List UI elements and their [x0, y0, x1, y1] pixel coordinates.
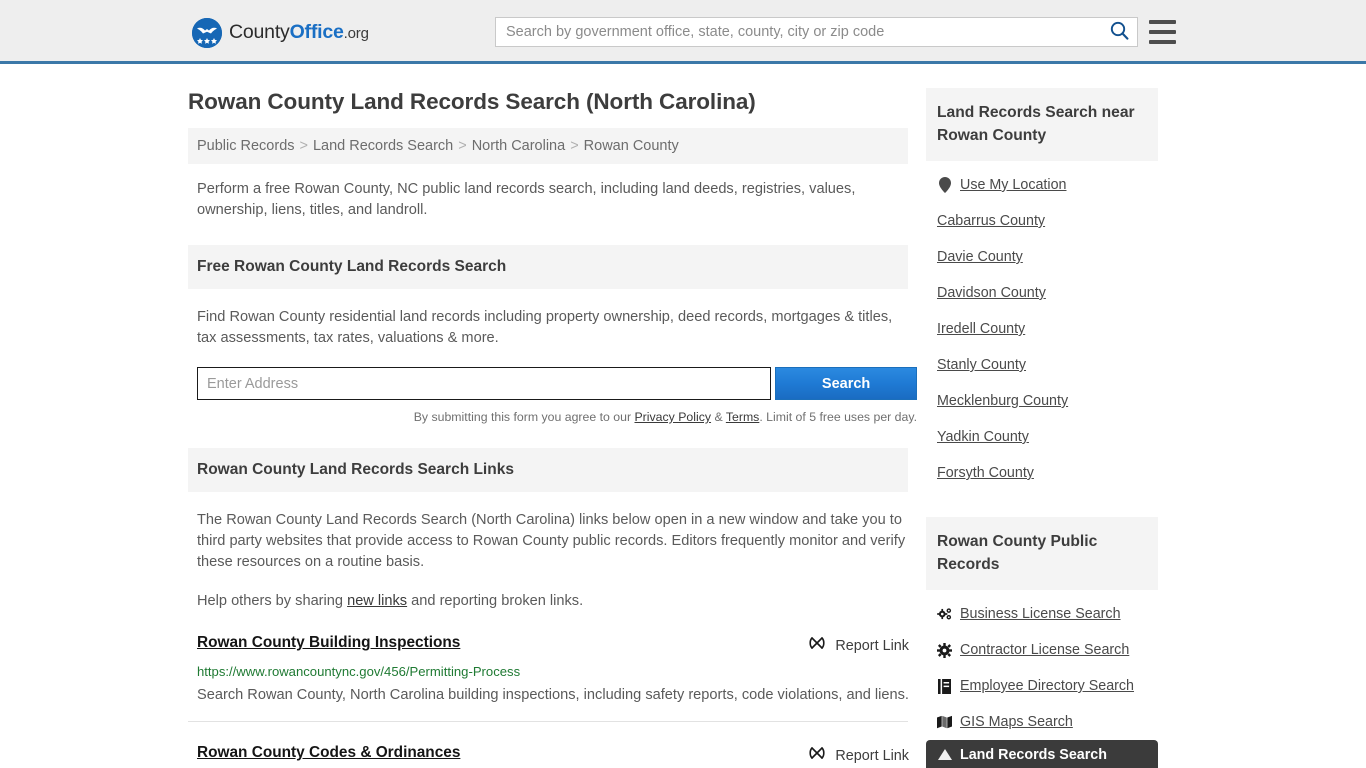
free-search-description: Find Rowan County residential land recor… — [197, 309, 893, 346]
sidebar-item-contractor-license-search[interactable]: Contractor License Search — [937, 632, 1158, 668]
result-title-link[interactable]: Rowan County Building Inspections — [197, 634, 460, 652]
sidebar-item-label: Land Records Search — [960, 747, 1107, 763]
report-link-label: Report Link — [835, 637, 909, 654]
link-result-item: Rowan County Building Inspections Report… — [197, 634, 909, 707]
disclaimer-suffix: . Limit of 5 free uses per day. — [759, 410, 917, 424]
result-description: Search Rowan County, North Carolina buil… — [197, 687, 909, 703]
map-pin-icon — [937, 177, 952, 193]
page-body: Rowan County Land Records Search (North … — [0, 64, 1366, 768]
sidebar-near-heading: Land Records Search near Rowan County — [926, 88, 1158, 161]
site-header: CountyOffice.org — [0, 0, 1366, 64]
sidebar-item-label[interactable]: Contractor License Search — [960, 642, 1129, 658]
hamburger-bar — [1149, 40, 1176, 44]
report-link-button[interactable]: Report Link — [809, 634, 909, 656]
sidebar-item-label[interactable]: GIS Maps Search — [960, 714, 1073, 730]
breadcrumb-item-land-records-search[interactable]: Land Records Search — [313, 138, 453, 154]
sidebar-item-stanly-county[interactable]: Stanly County — [937, 347, 1158, 383]
sidebar-item-label[interactable]: Cabarrus County — [937, 213, 1045, 229]
sidebar-item-label[interactable]: Business License Search — [960, 606, 1121, 622]
book-icon — [937, 678, 952, 694]
search-input[interactable] — [496, 18, 1101, 46]
new-links-link[interactable]: new links — [347, 593, 407, 609]
sidebar-item-cabarrus-county[interactable]: Cabarrus County — [937, 203, 1158, 239]
search-icon — [1110, 21, 1129, 43]
global-search-bar[interactable] — [495, 17, 1138, 47]
disclaimer-prefix: By submitting this form you agree to our — [413, 410, 635, 424]
breadcrumb-separator: > — [299, 138, 308, 154]
sidebar-item-label[interactable]: Mecklenburg County — [937, 393, 1068, 409]
sidebar-item-business-license-search[interactable]: Business License Search — [937, 596, 1158, 632]
result-url: https://www.rowancountync.gov/456/Permit… — [197, 664, 521, 679]
hamburger-menu-icon[interactable] — [1149, 20, 1176, 44]
link-result-item: Rowan County Codes & Ordinances Report L… — [197, 744, 909, 768]
privacy-policy-link[interactable]: Privacy Policy — [634, 410, 711, 424]
logo-text-office: Office — [289, 21, 344, 44]
address-search-form: Search — [197, 367, 917, 400]
address-input[interactable] — [197, 367, 772, 400]
report-link-button[interactable]: Report Link — [809, 744, 909, 766]
sidebar-item-label[interactable]: Use My Location — [960, 177, 1066, 193]
logo-wordmark: CountyOffice.org — [229, 23, 369, 43]
help-share-text: Help others by sharing new links and rep… — [197, 591, 909, 612]
broken-link-icon — [809, 635, 826, 656]
broken-link-icon — [809, 745, 826, 766]
result-title-link[interactable]: Rowan County Codes & Ordinances — [197, 744, 460, 762]
disclaimer-amp: & — [711, 410, 726, 424]
sidebar-item-iredell-county[interactable]: Iredell County — [937, 311, 1158, 347]
breadcrumb: Public Records > Land Records Search > North… — [188, 128, 908, 164]
sidebar-item-mecklenburg-county[interactable]: Mecklenburg County — [937, 383, 1158, 419]
sidebar-item-label[interactable]: Davie County — [937, 249, 1023, 265]
sidebar-records-heading: Rowan County Public Records — [926, 517, 1158, 590]
terms-link[interactable]: Terms — [726, 410, 759, 424]
sidebar-item-label[interactable]: Employee Directory Search — [960, 678, 1134, 694]
sidebar-item-label[interactable]: Stanly County — [937, 357, 1026, 373]
result-divider — [188, 721, 908, 722]
sidebar-item-davidson-county[interactable]: Davidson County — [937, 275, 1158, 311]
breadcrumb-separator: > — [458, 138, 467, 154]
hamburger-bar — [1149, 30, 1176, 34]
sidebar-records-block: Rowan County Public Records Business Lic… — [926, 517, 1158, 768]
gears-icon — [937, 607, 952, 622]
sidebar-item-davie-county[interactable]: Davie County — [937, 239, 1158, 275]
eagle-shield-logo-icon — [192, 18, 222, 48]
sidebar-item-land-records-search[interactable]: Land Records Search — [926, 740, 1158, 768]
logo-text-county: County — [229, 21, 290, 44]
land-icon — [937, 748, 952, 763]
sidebar-item-yadkin-county[interactable]: Yadkin County — [937, 419, 1158, 455]
sidebar-item-use-my-location[interactable]: Use My Location — [937, 167, 1158, 203]
free-search-panel: Free Rowan County Land Records Search Fi… — [188, 245, 917, 424]
breadcrumb-item-rowan-county[interactable]: Rowan County — [584, 138, 679, 154]
logo-text-org: .org — [343, 25, 369, 43]
site-logo[interactable]: CountyOffice.org — [192, 18, 369, 48]
form-disclaimer: By submitting this form you agree to our… — [197, 410, 917, 424]
help-prefix: Help others by sharing — [197, 593, 348, 609]
report-link-label: Report Link — [835, 747, 909, 764]
gear-icon — [937, 642, 952, 658]
folded-map-icon — [937, 715, 952, 730]
help-suffix: and reporting broken links. — [407, 593, 584, 609]
page-title: Rowan County Land Records Search (North … — [188, 89, 756, 114]
breadcrumb-item-north-carolina[interactable]: North Carolina — [472, 138, 566, 154]
links-paragraph: The Rowan County Land Records Search (No… — [197, 512, 906, 570]
sidebar-item-label[interactable]: Davidson County — [937, 285, 1046, 301]
breadcrumb-item-public-records[interactable]: Public Records — [197, 138, 295, 154]
breadcrumb-separator: > — [570, 138, 579, 154]
sidebar-item-gis-maps-search[interactable]: GIS Maps Search — [937, 704, 1158, 740]
sidebar-records-list: Business License Search Contractor Licen… — [926, 590, 1158, 768]
sidebar-item-label[interactable]: Forsyth County — [937, 465, 1034, 481]
links-heading: Rowan County Land Records Search Links — [188, 448, 908, 492]
sidebar-near-list: Use My Location Cabarrus County Davie Co… — [926, 161, 1158, 491]
address-search-button[interactable]: Search — [775, 367, 917, 400]
sidebar: Land Records Search near Rowan County Us… — [926, 88, 1158, 768]
main-content: Rowan County Land Records Search (North … — [188, 64, 917, 768]
hamburger-bar — [1149, 20, 1176, 24]
page-intro-text: Perform a free Rowan County, NC public l… — [197, 181, 856, 218]
sidebar-item-employee-directory-search[interactable]: Employee Directory Search — [937, 668, 1158, 704]
search-submit-button[interactable] — [1101, 18, 1137, 46]
free-search-heading: Free Rowan County Land Records Search — [188, 245, 908, 289]
sidebar-item-label[interactable]: Iredell County — [937, 321, 1025, 337]
sidebar-item-label[interactable]: Yadkin County — [937, 429, 1029, 445]
links-panel: Rowan County Land Records Search Links T… — [188, 448, 909, 768]
sidebar-item-forsyth-county[interactable]: Forsyth County — [937, 455, 1158, 491]
